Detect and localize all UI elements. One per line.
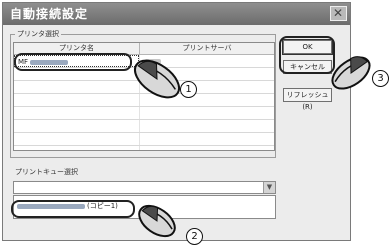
close-button[interactable]: ✕ xyxy=(330,6,347,21)
empty-row xyxy=(14,133,274,146)
print-queue-combo[interactable]: ▼ xyxy=(13,181,276,194)
dialog-title: 自動接続設定 xyxy=(10,7,89,21)
step-2-badge: 2 xyxy=(186,228,203,245)
close-icon: ✕ xyxy=(332,6,345,20)
dialog-title-bar: 自動接続設定 ✕ xyxy=(3,3,350,25)
queue-select-label: プリントキュー選択 xyxy=(15,168,78,176)
mouse-pointer-1-icon xyxy=(134,59,180,99)
empty-row xyxy=(14,120,274,133)
highlight-printer-row xyxy=(14,53,132,71)
chevron-down-icon[interactable]: ▼ xyxy=(263,182,275,193)
empty-row xyxy=(14,107,274,120)
step-3-badge: 3 xyxy=(372,70,389,87)
column-print-server[interactable]: プリントサーバ xyxy=(139,43,274,54)
highlight-queue-option xyxy=(11,200,135,218)
empty-row xyxy=(14,146,274,150)
step-1-badge: 1 xyxy=(180,81,197,98)
mouse-pointer-2-icon xyxy=(138,204,176,238)
printer-select-legend: プリンタ選択 xyxy=(17,30,59,38)
mouse-pointer-3-icon xyxy=(331,56,371,90)
refresh-button[interactable]: リフレッシュ(R) xyxy=(283,88,332,111)
